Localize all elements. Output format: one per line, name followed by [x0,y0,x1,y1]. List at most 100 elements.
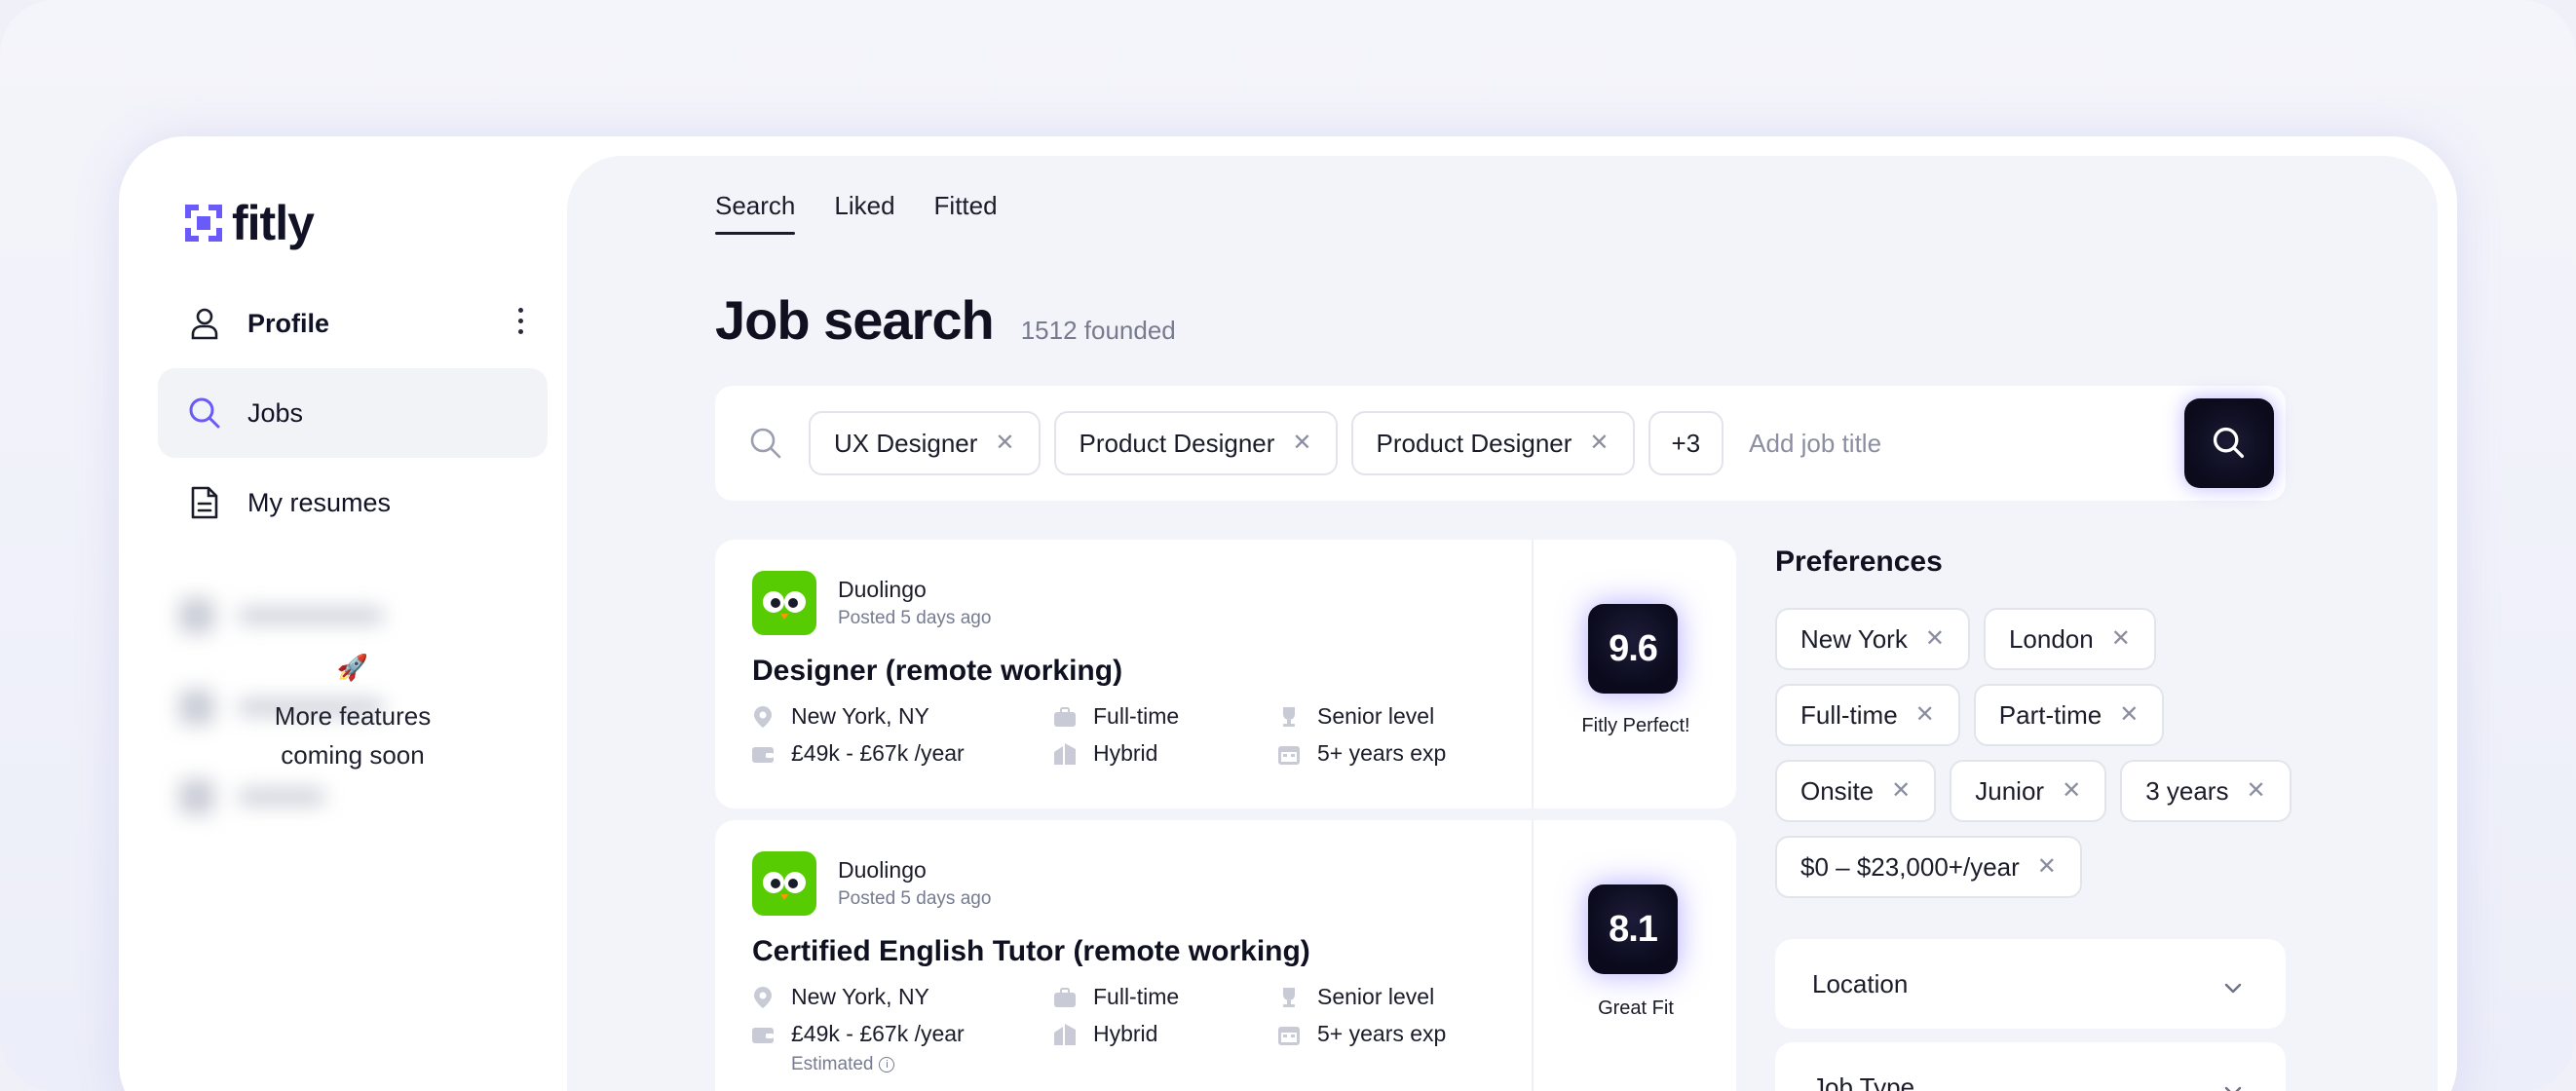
blurred-nav-item [179,596,433,635]
more-options-icon[interactable] [516,308,524,339]
fit-score-badge: 8.1 [1588,884,1678,974]
page-header: Job search 1512 founded [715,288,1176,352]
rocket-icon: 🚀 [336,653,369,682]
more-chips-button[interactable]: +3 [1648,411,1724,475]
duolingo-logo-icon [752,851,816,916]
seniority: Senior level [1278,703,1434,730]
chevron-down-icon [2223,974,2243,994]
preference-chip[interactable]: 3 years ✕ [2120,760,2292,822]
results-count: 1512 founded [1020,316,1176,345]
salary-text: £49k - £67k /year [791,1021,965,1046]
job-title-input[interactable]: Add job title [1749,429,1881,459]
user-icon [185,304,224,343]
job-salary: £49k - £67k /year [752,1021,965,1047]
close-icon[interactable]: ✕ [2062,779,2081,803]
job-search-bar[interactable]: UX Designer ✕ Product Designer ✕ Product D… [715,386,2286,501]
coming-soon-note: 🚀 More features coming soon [216,653,489,774]
info-icon[interactable]: i [879,1057,895,1072]
fit-score-badge: 9.6 [1588,604,1678,694]
sidebar: fitly Profile Jobs My resumes 🚀 More fea… [119,136,567,1091]
card-divider [1532,820,1534,1091]
briefcase-icon [1054,706,1076,728]
filter-section-location[interactable]: Location [1775,939,2286,1029]
close-icon[interactable]: ✕ [995,432,1014,455]
experience-text: 5+ years exp [1317,740,1447,766]
search-icon [748,426,783,461]
sidebar-item-label: Jobs [247,397,304,428]
job-location: New York, NY [752,703,929,730]
tab-liked[interactable]: Liked [834,191,894,235]
job-card[interactable]: Duolingo Posted 5 days ago Certified Eng… [715,820,1736,1091]
close-icon[interactable]: ✕ [2037,855,2057,879]
filter-section-label: Job Type [1812,1072,1915,1091]
seniority-text: Senior level [1317,703,1435,729]
seniority-text: Senior level [1317,984,1435,1009]
filter-section-job-type[interactable]: Job Type [1775,1042,2286,1091]
chip-label: Full-time [1800,699,1898,730]
experience: 5+ years exp [1278,1021,1446,1047]
tab-bar: Search Liked Fitted [715,191,1037,235]
chevron-down-icon [2223,1077,2243,1091]
chip-label: Junior [1975,775,2045,806]
location-text: New York, NY [791,984,929,1009]
preference-row: $0 – $23,000+/year ✕ [1775,836,2096,898]
trophy-icon [1278,706,1300,728]
preference-chip[interactable]: Full-time ✕ [1775,684,1960,746]
close-icon[interactable]: ✕ [1589,432,1609,455]
sidebar-item-profile[interactable]: Profile [158,279,548,368]
fit-score-label: Fitly Perfect! [1581,715,1690,736]
close-icon[interactable]: ✕ [1915,703,1935,727]
chip-label: Onsite [1800,775,1875,806]
preference-chip[interactable]: London ✕ [1983,608,2156,670]
job-card[interactable]: Duolingo Posted 5 days ago Designer (rem… [715,540,1736,809]
close-icon[interactable]: ✕ [2119,703,2139,727]
job-title-chip[interactable]: Product Designer ✕ [1053,411,1338,475]
salary-text: £49k - £67k /year [791,740,965,766]
fitly-logo-icon [185,205,222,242]
job-type: Full-time [1054,984,1179,1010]
posted-date: Posted 5 days ago [838,608,992,628]
tab-search[interactable]: Search [715,191,796,235]
logo[interactable]: fitly [185,195,315,251]
close-icon[interactable]: ✕ [1292,432,1311,455]
preference-chip[interactable]: Part-time ✕ [1973,684,2165,746]
salary-estimated-note: Estimated i [791,1054,895,1075]
job-title[interactable]: Designer (remote working) [752,655,1122,688]
chip-label: UX Designer [834,428,978,458]
search-button[interactable] [2184,398,2274,488]
chip-label: London [2008,623,2094,654]
search-icon [185,394,224,433]
tab-fitted[interactable]: Fitted [934,191,998,235]
close-icon[interactable]: ✕ [1925,627,1945,651]
fit-score-label: Great Fit [1598,997,1674,1019]
coming-soon-line: More features [274,701,432,731]
document-icon [185,483,224,522]
search-icon [2213,427,2244,458]
job-title-chip[interactable]: UX Designer ✕ [809,411,1041,475]
preference-chip[interactable]: Junior ✕ [1950,760,2107,822]
company-name: Duolingo [838,857,927,883]
close-icon[interactable]: ✕ [1891,779,1911,803]
sidebar-item-resumes[interactable]: My resumes [158,458,548,547]
posted-date: Posted 5 days ago [838,888,992,909]
chip-label: $0 – $23,000+/year [1800,851,2020,882]
job-title[interactable]: Certified English Tutor (remote working) [752,935,1310,968]
job-type: Full-time [1054,703,1179,730]
close-icon[interactable]: ✕ [2111,627,2131,651]
location-text: New York, NY [791,703,929,729]
sidebar-item-jobs[interactable]: Jobs [158,368,548,458]
preference-chip[interactable]: New York ✕ [1775,608,1970,670]
preference-chip[interactable]: $0 – $23,000+/year ✕ [1775,836,2082,898]
seniority: Senior level [1278,984,1434,1010]
preference-chip[interactable]: Onsite ✕ [1775,760,1937,822]
trophy-icon [1278,987,1300,1008]
job-title-chip[interactable]: Product Designer ✕ [1350,411,1635,475]
work-mode-text: Hybrid [1093,1021,1158,1046]
preference-row: Full-time ✕ Part-time ✕ [1775,684,2178,746]
preference-row: Onsite ✕ Junior ✕ 3 years ✕ [1775,760,2305,822]
building-icon [1054,742,1076,765]
close-icon[interactable]: ✕ [2246,779,2265,803]
chip-label: 3 years [2145,775,2229,806]
work-mode-text: Hybrid [1093,740,1158,766]
location-pin-icon [752,986,774,1008]
